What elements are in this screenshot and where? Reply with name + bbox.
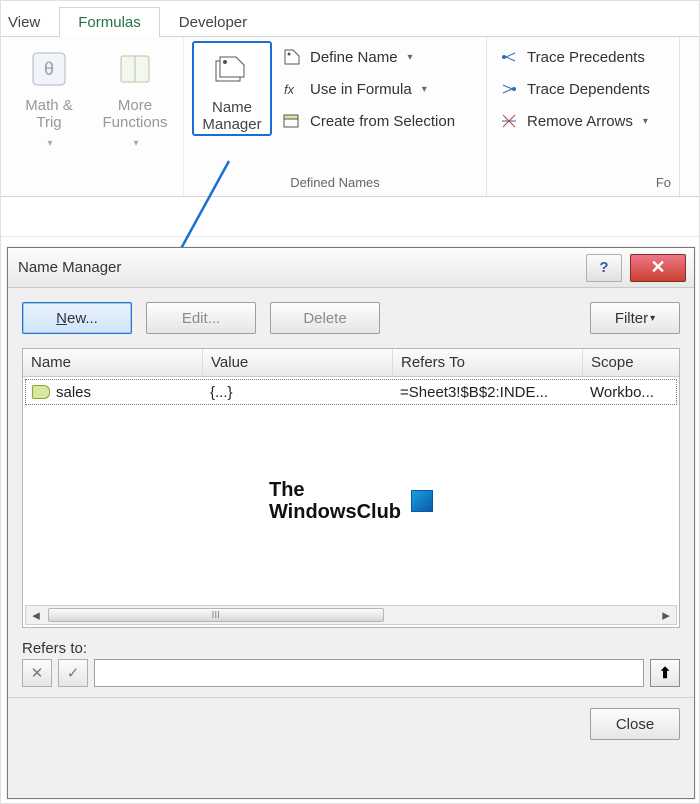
ribbon-group-formula-auditing: Trace Precedents Trace Dependents Remove… [487,37,680,196]
col-header-value[interactable]: Value [203,349,393,376]
theta-icon: θ [27,47,71,91]
watermark: The WindowsClub [23,479,679,523]
refers-to-label: Refers to: [8,634,694,657]
more-functions-button[interactable]: More Functions ▾ [95,41,175,149]
dialog-toolbar: New... Edit... Delete Filter ▾ [8,288,694,348]
list-header: Name Value Refers To Scope [23,349,679,377]
math-trig-button[interactable]: θ Math & Trig ▾ [9,41,89,149]
selection-icon [282,111,302,131]
chevron-down-icon: ▾ [408,52,413,63]
trace-precedents-icon [499,47,519,67]
tag-icon [282,47,302,67]
edit-button[interactable]: Edit... [146,302,256,334]
refers-to-input[interactable] [94,659,644,687]
chevron-down-icon: ▾ [133,138,138,150]
cell-value: {...} [204,380,394,404]
watermark-line1: The [269,479,401,501]
ribbon-group-defined-names: Name Manager Define Name ▾ fx Use in For… [184,37,487,196]
ribbon-tabstrip: View Formulas Developer [1,1,699,37]
dialog-footer: Close [8,697,694,750]
name-manager-button[interactable]: Name Manager [192,41,272,136]
col-header-scope[interactable]: Scope [583,349,679,376]
close-x-button[interactable]: ✕ [630,254,686,282]
book-icon [113,47,157,91]
name-manager-dialog: Name Manager ? ✕ New... Edit... Delete F… [7,247,695,799]
use-in-formula-label: Use in Formula [310,81,412,98]
use-in-formula-button[interactable]: fx Use in Formula ▾ [282,77,474,101]
accept-edit-button[interactable]: ✓ [58,659,88,687]
dialog-title: Name Manager [18,259,121,276]
edit-button-label: Edit... [182,310,220,327]
create-from-selection-label: Create from Selection [310,113,455,130]
filter-button[interactable]: Filter ▾ [590,302,680,334]
close-button[interactable]: Close [590,708,680,740]
list-h-scrollbar[interactable]: ◂ III ▸ [25,605,677,625]
cell-scope: Workbo... [584,380,676,404]
group-label-audit-frag: Fo [495,173,671,194]
collapse-icon: ⬆ [659,664,672,682]
list-row[interactable]: sales {...} =Sheet3!$B$2:INDE... Workbo.… [25,379,677,405]
trace-dependents-label: Trace Dependents [527,81,650,98]
ribbon: θ Math & Trig ▾ More Functions ▾ [1,37,699,197]
watermark-line2: WindowsClub [269,501,401,523]
group-label-library [9,173,175,194]
tab-formulas[interactable]: Formulas [59,7,160,37]
trace-precedents-button[interactable]: Trace Precedents [499,45,667,69]
help-icon: ? [599,259,608,276]
more-functions-label: More Functions [102,97,167,132]
trace-dependents-button[interactable]: Trace Dependents [499,77,667,101]
refers-to-row: ✕ ✓ ⬆ [8,657,694,697]
group-label-defined-names: Defined Names [192,173,478,194]
cancel-edit-button[interactable]: ✕ [22,659,52,687]
name-tag-icon [32,385,50,399]
windowsclub-logo-icon [411,490,433,512]
col-header-name[interactable]: Name [23,349,203,376]
delete-button[interactable]: Delete [270,302,380,334]
cell-refers: =Sheet3!$B$2:INDE... [394,380,584,404]
ribbon-group-function-library: θ Math & Trig ▾ More Functions ▾ [1,37,184,196]
chevron-down-icon: ▾ [650,313,655,324]
trace-precedents-label: Trace Precedents [527,49,645,66]
filter-button-label: Filter [615,310,648,327]
scroll-thumb[interactable]: III [48,608,384,622]
scroll-track[interactable]: III [46,606,656,624]
chevron-down-icon: ▾ [422,84,427,95]
math-trig-label: Math & Trig [25,97,73,132]
chevron-down-icon: ▾ [47,138,52,150]
remove-arrows-button[interactable]: Remove Arrows ▾ [499,109,667,133]
new-button[interactable]: New... [22,302,132,334]
fx-icon: fx [282,79,302,99]
new-button-label: New... [56,310,98,327]
remove-arrows-icon [499,111,519,131]
tags-icon [210,49,254,93]
close-icon: ✕ [650,257,665,278]
close-button-label: Close [616,716,654,733]
chevron-down-icon: ▾ [643,116,648,127]
range-picker-button[interactable]: ⬆ [650,659,680,687]
scroll-left-icon[interactable]: ◂ [26,606,46,624]
create-from-selection-button[interactable]: Create from Selection [282,109,474,133]
check-icon: ✓ [67,664,80,682]
tab-developer[interactable]: Developer [160,7,266,37]
worksheet-area [1,197,699,237]
x-icon: ✕ [31,664,44,682]
trace-dependents-icon [499,79,519,99]
names-list: Name Value Refers To Scope sales {...} =… [22,348,680,628]
svg-text:θ: θ [44,59,54,79]
define-name-label: Define Name [310,49,398,66]
help-button[interactable]: ? [586,254,622,282]
remove-arrows-label: Remove Arrows [527,113,633,130]
name-manager-label: Name Manager [202,99,261,134]
cell-name: sales [56,384,91,401]
define-name-button[interactable]: Define Name ▾ [282,45,474,69]
scroll-right-icon[interactable]: ▸ [656,606,676,624]
tab-view[interactable]: View [3,7,59,37]
dialog-titlebar: Name Manager ? ✕ [8,248,694,288]
col-header-refers[interactable]: Refers To [393,349,583,376]
delete-button-label: Delete [303,310,346,327]
svg-text:fx: fx [284,82,295,97]
